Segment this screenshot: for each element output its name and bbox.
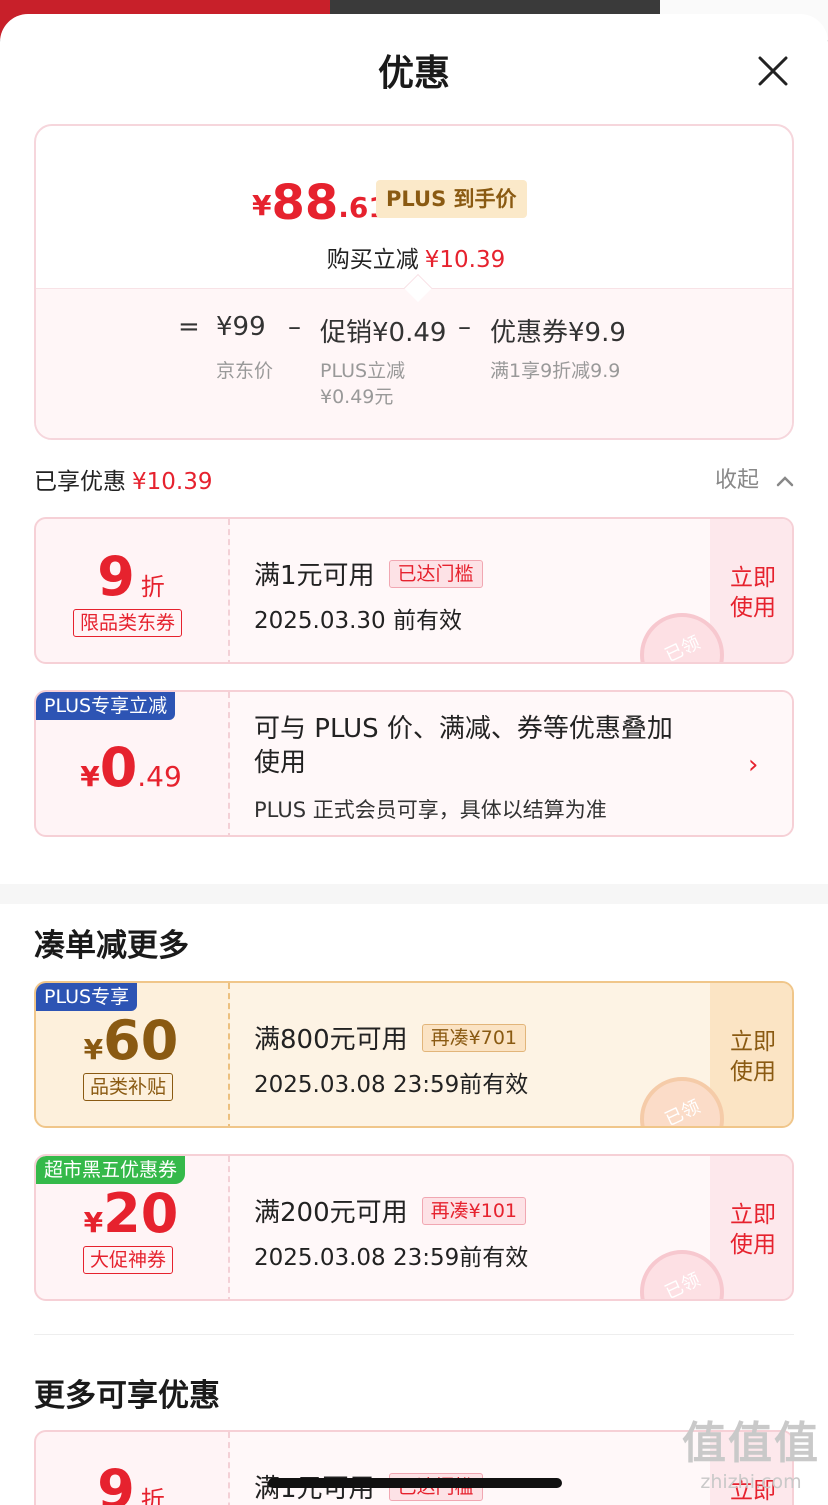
section-title-more-discount: 凑单减更多 [34, 928, 189, 964]
plus-exclusive-tag: PLUS专享 [36, 983, 138, 1011]
plus-reduce-card[interactable]: PLUS专享立减 ¥0.49 可与 PLUS 价、满减、券等优惠叠加 使用 PL… [34, 690, 794, 837]
use-now-button[interactable]: 立即 使用 [710, 1200, 792, 1260]
promo-amount: 促销¥0.49 [320, 318, 447, 348]
threshold-tag: 已达门槛 [388, 559, 483, 588]
supermarket-coupon-tag: 超市黑五优惠券 [36, 1156, 186, 1184]
coupon-type-tag: 限品类东券 [73, 609, 183, 637]
coupon-condition: 满200元可用 再凑¥101 [254, 1192, 526, 1229]
promo-sub-1: PLUS立减 [320, 360, 406, 382]
formula-minus-2: – [458, 312, 471, 342]
coupon-validity: 2025.03.08 23:59前有效 [254, 1245, 529, 1271]
plus-desc-line-1: 可与 PLUS 价、满减、券等优惠叠加 [254, 714, 673, 744]
coupon-validity: 2025.03.08 23:59前有效 [254, 1072, 529, 1098]
plus-desc-note: PLUS 正式会员可享，具体以结算为准 [254, 798, 607, 822]
gap-amount-tag: 再凑¥101 [421, 1196, 526, 1225]
coupon-card-plus-60: PLUS专享 ¥60 品类补贴 满800元可用 再凑¥701 2025.03.0… [34, 981, 794, 1128]
site-watermark: 值值值 zhizhi.com [682, 1418, 820, 1493]
section-gap [0, 884, 828, 904]
coupon-condition: 满1元可用 已达门槛 [254, 555, 483, 592]
price-summary-card: ¥ 88 .61 PLUS 到手价 购买立减 ¥10.39 = ¥99 京东价 –… [34, 124, 794, 440]
section-title-more-offers: 更多可享优惠 [34, 1378, 220, 1414]
enjoyed-discount-row: 已享优惠 ¥10.39 收起 [34, 462, 794, 495]
final-price: ¥ 88 .61 [252, 175, 388, 231]
plus-exclusive-tag: PLUS专享立减 [36, 692, 176, 720]
sheet-title: 优惠 [377, 53, 450, 94]
chevron-up-icon [776, 468, 794, 493]
gap-amount-tag: 再凑¥701 [421, 1023, 526, 1052]
coupon-type-tag: 大促神券 [83, 1246, 174, 1274]
use-now-button[interactable]: 立即 使用 [710, 1027, 792, 1087]
promo-sub-2: ¥0.49元 [320, 386, 394, 408]
chevron-right-icon[interactable]: › [748, 750, 758, 780]
close-icon [758, 56, 788, 86]
coupon-type-tag: 品类补贴 [83, 1073, 174, 1101]
plus-price-tag: PLUS 到手价 [376, 180, 527, 218]
plus-desc-line-2: 使用 [254, 748, 307, 778]
coupon-validity: 2025.03.30 前有效 [254, 608, 462, 634]
home-indicator[interactable] [268, 1478, 562, 1488]
coupon-condition: 满800元可用 再凑¥701 [254, 1019, 526, 1056]
formula-minus-1: – [288, 312, 301, 342]
coupon-card-discount: 9折 限品类东券 满1元可用 已达门槛 2025.03.30 前有效 已领 立即… [34, 517, 794, 664]
discount-sheet: 优惠 ¥ 88 .61 PLUS 到手价 购买立减 ¥10.39 = ¥99 京东… [0, 14, 828, 1505]
coupon-card-supermarket-20: 超市黑五优惠券 ¥20 大促神券 满200元可用 再凑¥101 2025.03.… [34, 1154, 794, 1301]
collapse-toggle[interactable]: 收起 [715, 462, 794, 494]
jd-price-label: 京东价 [216, 360, 274, 382]
instant-reduction: 购买立减 ¥10.39 [326, 247, 506, 273]
coupon-sub: 满1享9折减9.9 [490, 360, 621, 382]
jd-price: ¥99 [216, 312, 266, 342]
use-now-button[interactable]: 立即 使用 [710, 563, 792, 623]
divider [34, 1334, 794, 1335]
formula-equals: = [178, 312, 200, 342]
coupon-amount: 优惠券¥9.9 [490, 318, 626, 348]
close-button[interactable] [752, 50, 794, 92]
